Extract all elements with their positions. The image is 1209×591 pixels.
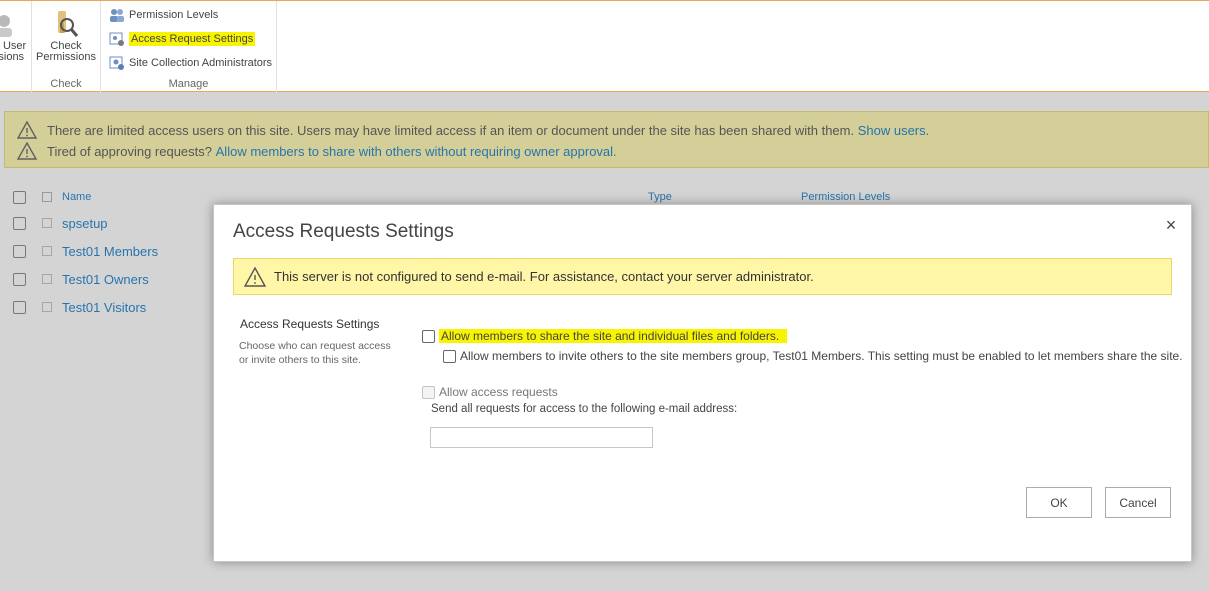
close-icon[interactable]: × (1163, 216, 1179, 234)
email-warning-text: This server is not configured to send e-… (274, 269, 814, 284)
ribbon-group-partial: e User isions (0, 1, 32, 92)
ok-button[interactable]: OK (1026, 487, 1092, 518)
share-site-checkbox[interactable] (422, 329, 435, 343)
option-share-site[interactable]: Allow members to share the site and indi… (422, 329, 788, 343)
section-description: Choose who can request access or invite … (239, 340, 391, 366)
access-requests-label: Allow access requests (439, 385, 558, 399)
site-collection-admins-button[interactable]: Site Collection Administrators (109, 54, 272, 72)
check-permissions-icon (50, 9, 82, 39)
site-collection-admins-icon (109, 55, 125, 71)
ribbon-group-title-manage: Manage (168, 78, 209, 90)
option-access-requests[interactable]: Allow access requests (422, 385, 558, 399)
access-request-settings-icon (109, 31, 125, 47)
user-permissions-label-2: isions (0, 51, 25, 63)
invite-members-checkbox[interactable] (443, 349, 456, 363)
permission-levels-label: Permission Levels (129, 9, 219, 21)
permission-levels-icon (109, 7, 125, 23)
check-permissions-label-2: Permissions (36, 51, 96, 63)
user-permissions-button[interactable]: e User isions (0, 9, 30, 63)
ribbon-group-title-check: Check (50, 78, 82, 90)
email-field[interactable] (430, 427, 653, 448)
ribbon-group-manage: Permission Levels Access Request Setting… (101, 1, 277, 92)
share-site-label: Allow members to share the site and indi… (439, 329, 788, 343)
access-requests-dialog: Access Requests Settings × This server i… (213, 204, 1192, 562)
permission-levels-button[interactable]: Permission Levels (109, 6, 218, 24)
access-request-settings-label: Access Request Settings (129, 32, 256, 46)
access-request-settings-button[interactable]: Access Request Settings (109, 30, 256, 48)
invite-members-label: Allow members to invite others to the si… (460, 349, 1183, 363)
dialog-title: Access Requests Settings (233, 221, 454, 242)
user-permissions-icon (0, 9, 26, 39)
warning-icon (243, 266, 267, 287)
ribbon-group-check: Check Permissions Check (32, 1, 101, 92)
access-requests-checkbox[interactable] (422, 385, 435, 399)
check-permissions-button[interactable]: Check Permissions (36, 9, 96, 63)
site-collection-admins-label: Site Collection Administrators (129, 57, 273, 69)
cancel-button[interactable]: Cancel (1105, 487, 1171, 518)
ribbon: e User isions Check Permissions Check (0, 0, 1209, 92)
email-field-label: Send all requests for access to the foll… (431, 403, 738, 415)
section-title: Access Requests Settings (240, 317, 380, 331)
email-label-row: Send all requests for access to the foll… (431, 403, 737, 415)
option-invite-members[interactable]: Allow members to invite others to the si… (443, 349, 1183, 363)
email-warning-banner: This server is not configured to send e-… (233, 258, 1172, 295)
